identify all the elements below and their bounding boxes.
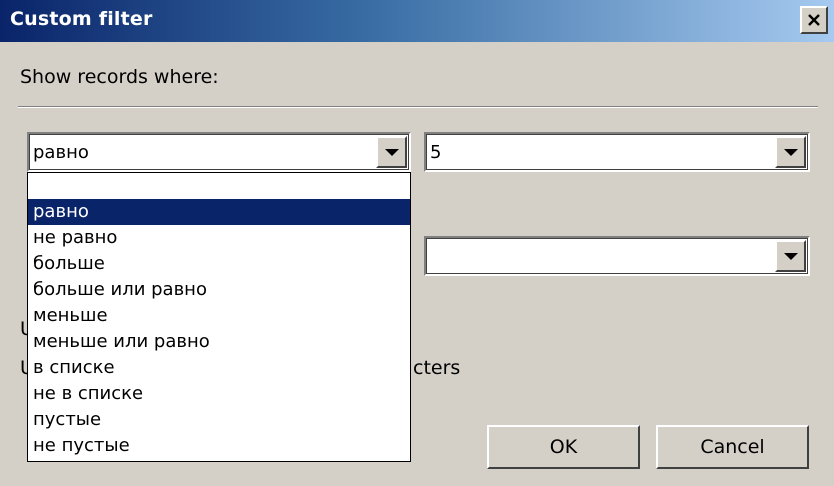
show-records-label: Show records where:	[20, 66, 219, 88]
operator-dropdown-list[interactable]: равно не равно больше больше или равно меньш…	[27, 172, 411, 462]
operator-option[interactable]: не пустые	[28, 433, 410, 459]
condition1-value-combo[interactable]: 5	[424, 132, 810, 172]
hint-line2-suffix: cters	[413, 357, 461, 379]
custom-filter-dialog: Custom filter Show records where: равно …	[0, 0, 834, 486]
title-bar[interactable]: Custom filter	[0, 0, 834, 42]
condition1-value: 5	[430, 142, 442, 163]
dialog-title: Custom filter	[10, 8, 153, 30]
chevron-down-icon	[384, 148, 399, 156]
operator-option[interactable]	[28, 173, 410, 199]
operator-option[interactable]: больше	[28, 251, 410, 277]
operator-option[interactable]: меньше	[28, 303, 410, 329]
separator	[18, 106, 818, 108]
ok-button[interactable]: OK	[487, 425, 640, 469]
operator-option[interactable]: в списке	[28, 355, 410, 381]
close-button[interactable]	[800, 6, 828, 34]
condition1-operator-dropdown-button[interactable]	[376, 136, 407, 168]
operator-option[interactable]: не в списке	[28, 381, 410, 407]
condition1-operator-combo[interactable]: равно	[27, 132, 411, 172]
operator-option[interactable]: пустые	[28, 407, 410, 433]
operator-option[interactable]: меньше или равно	[28, 329, 410, 355]
operator-option[interactable]: больше или равно	[28, 277, 410, 303]
cancel-button[interactable]: Cancel	[656, 425, 809, 469]
operator-option[interactable]: не равно	[28, 225, 410, 251]
close-icon	[808, 14, 820, 26]
condition1-operator-value: равно	[33, 142, 89, 163]
condition2-value-dropdown-button[interactable]	[775, 240, 806, 272]
condition1-value-dropdown-button[interactable]	[775, 136, 806, 168]
chevron-down-icon	[783, 252, 798, 260]
chevron-down-icon	[783, 148, 798, 156]
condition2-value-combo[interactable]	[424, 236, 810, 276]
operator-option[interactable]: равно	[28, 199, 410, 225]
